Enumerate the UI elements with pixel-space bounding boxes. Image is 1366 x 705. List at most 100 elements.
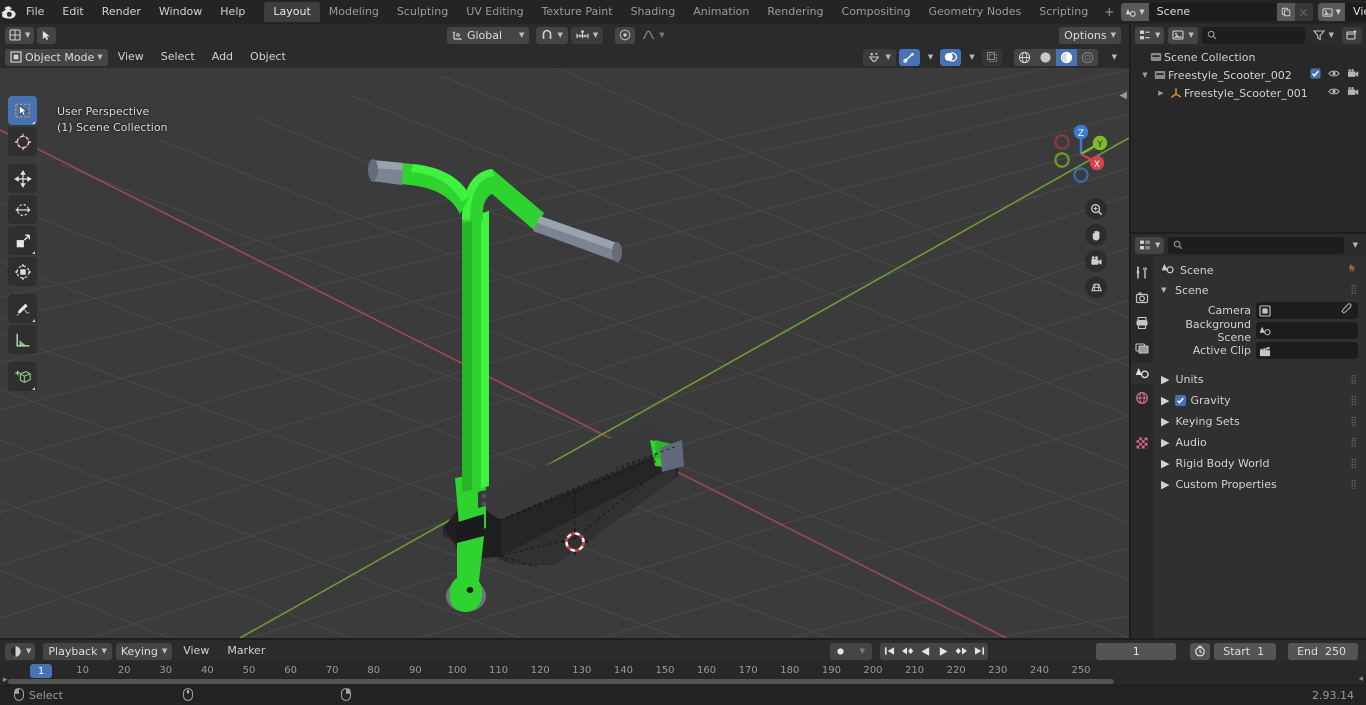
- xray-toggle[interactable]: [981, 48, 1002, 66]
- outliner-row-scene-collection[interactable]: Scene Collection: [1131, 48, 1366, 66]
- play-icon[interactable]: [934, 643, 952, 660]
- viewport-options-dropdown[interactable]: Options ▼: [1059, 26, 1122, 44]
- timeline-playhead[interactable]: 1: [30, 664, 52, 678]
- snap-target-dropdown[interactable]: ▼: [570, 26, 604, 44]
- scene-new-button[interactable]: [1276, 3, 1295, 21]
- timeline-editor[interactable]: ▼ Playback ▼ Keying ▼ View Marker ▼ 1 St…: [0, 640, 1366, 685]
- auto-keying-icon[interactable]: [1190, 642, 1211, 660]
- material-preview-shading-icon[interactable]: [1055, 48, 1077, 66]
- outliner-row-freestyle-scooter-001[interactable]: ▶ Freestyle_Scooter_001: [1131, 84, 1366, 102]
- viewport-menu-select[interactable]: Select: [154, 48, 202, 66]
- hide-in-viewport-eye-icon[interactable]: [1328, 86, 1340, 100]
- overlays-toggle[interactable]: [940, 48, 962, 66]
- editor-type-icon[interactable]: ▼: [1135, 26, 1165, 44]
- properties-tab-output[interactable]: [1131, 312, 1153, 334]
- blender-logo-icon[interactable]: [0, 0, 17, 24]
- editor-type-icon[interactable]: ▼: [5, 26, 35, 44]
- auto-keyframe-dropdown[interactable]: ▼: [851, 643, 872, 660]
- rendered-shading-icon[interactable]: [1077, 49, 1098, 66]
- collection-enabled-checkbox[interactable]: [1310, 68, 1321, 82]
- workspace-tab-geometry-nodes[interactable]: Geometry Nodes: [919, 2, 1030, 22]
- keying-dropdown[interactable]: Keying ▼: [115, 642, 173, 660]
- panel-drag-dots-icon[interactable]: ⣿: [1350, 285, 1358, 295]
- record-icon[interactable]: [830, 643, 851, 660]
- menu-window[interactable]: Window: [150, 2, 211, 22]
- cursor-tool[interactable]: [8, 127, 37, 156]
- gravity-panel-header[interactable]: ▶ Gravity ⣿: [1153, 390, 1366, 411]
- outliner-display-mode-dropdown[interactable]: ▼: [1168, 26, 1198, 44]
- camera-view-icon[interactable]: [1085, 250, 1107, 272]
- active-clip-field[interactable]: [1256, 342, 1358, 359]
- view-layer-name-field[interactable]: View Layer: [1345, 3, 1366, 21]
- background-scene-field[interactable]: [1256, 322, 1358, 339]
- frame-end-field[interactable]: End 250: [1288, 642, 1358, 660]
- snapping-toggle[interactable]: ▼: [536, 26, 568, 44]
- scene-panel-header[interactable]: ▼ Scene ⣿: [1153, 280, 1366, 300]
- scale-tool[interactable]: [8, 226, 37, 255]
- panel-drag-dots-icon[interactable]: ⣿: [1350, 438, 1358, 448]
- keying-sets-panel-header[interactable]: ▶ Keying Sets ⣿: [1153, 411, 1366, 432]
- workspace-tab-shading[interactable]: Shading: [622, 2, 685, 22]
- frame-start-field[interactable]: Start 1: [1214, 642, 1277, 660]
- camera-field[interactable]: [1256, 302, 1358, 319]
- disable-in-renders-camera-icon[interactable]: [1347, 86, 1359, 100]
- filter-icon[interactable]: ▼: [1309, 27, 1338, 44]
- solid-shading-icon[interactable]: [1035, 49, 1056, 66]
- next-keyframe-icon[interactable]: [952, 643, 970, 660]
- properties-tab-render[interactable]: [1131, 287, 1153, 309]
- properties-editor[interactable]: ▼ ▼ Scene ▼ Scene ⣿ Camera Background Sc…: [1131, 234, 1366, 638]
- eyedropper-icon[interactable]: [1340, 303, 1355, 318]
- disable-in-renders-camera-icon[interactable]: [1347, 68, 1359, 82]
- outliner-editor[interactable]: ▼ ▼ ▼ Scene Collection ▼ Freestyle_Scoot…: [1131, 24, 1366, 232]
- overlays-dropdown[interactable]: ▼: [964, 49, 978, 66]
- outliner-row-freestyle-scooter-002[interactable]: ▼ Freestyle_Scooter_002: [1131, 66, 1366, 84]
- outliner-search-input[interactable]: [1201, 26, 1305, 44]
- gravity-checkbox[interactable]: [1175, 395, 1187, 406]
- proportional-editing-toggle[interactable]: [615, 26, 636, 44]
- pan-hand-icon[interactable]: [1085, 224, 1107, 246]
- toggle-orthographic-icon[interactable]: [1085, 276, 1107, 298]
- pin-icon[interactable]: [1346, 263, 1358, 278]
- jump-to-start-icon[interactable]: [880, 643, 898, 660]
- transform-tool[interactable]: [8, 257, 37, 286]
- scene-unlink-button[interactable]: [1294, 3, 1313, 21]
- timeline-editor-icon[interactable]: ▼: [5, 642, 36, 660]
- workspace-tab-sculpting[interactable]: Sculpting: [388, 2, 457, 22]
- scene-icon[interactable]: ▼: [1121, 3, 1149, 21]
- sidebar-collapse-arrow-icon[interactable]: ◀: [1119, 90, 1127, 101]
- panel-drag-dots-icon[interactable]: ⣿: [1350, 417, 1358, 427]
- gizmo-dropdown[interactable]: ▼: [923, 49, 937, 66]
- object-types-visibility-dropdown[interactable]: ▼: [863, 48, 896, 66]
- workspace-tab-scripting[interactable]: Scripting: [1030, 2, 1097, 22]
- workspace-tab-animation[interactable]: Animation: [684, 2, 758, 22]
- cursor-select-mode-icon[interactable]: [37, 26, 57, 44]
- timeline-collapse-arrow-icon[interactable]: ◂: [1358, 674, 1363, 684]
- timeline-menu-view[interactable]: View: [176, 642, 216, 660]
- wireframe-shading-icon[interactable]: [1014, 49, 1035, 66]
- workspace-tab-uv-editing[interactable]: UV Editing: [457, 2, 532, 22]
- properties-options-dropdown[interactable]: ▼: [1348, 237, 1362, 254]
- transform-orientation-dropdown[interactable]: Global ▼: [446, 26, 530, 44]
- properties-tab-scene[interactable]: [1131, 362, 1153, 384]
- timeline-ruler[interactable]: 10 20 30 40 50 60 70 80 90 100 110 120 130 140 150 160 1…: [0, 662, 1366, 685]
- viewport-menu-object[interactable]: Object: [243, 48, 293, 66]
- current-frame-field[interactable]: 1: [1096, 642, 1177, 660]
- annotate-tool[interactable]: [8, 294, 37, 323]
- gizmo-toggle[interactable]: [898, 48, 920, 66]
- timeline-horizontal-scrollbar[interactable]: [8, 679, 1114, 684]
- proportional-falloff-dropdown[interactable]: ▼: [638, 27, 668, 44]
- workspace-tab-texture-paint[interactable]: Texture Paint: [533, 2, 622, 22]
- audio-panel-header[interactable]: ▶ Audio ⣿: [1153, 432, 1366, 453]
- hide-in-viewport-eye-icon[interactable]: [1328, 68, 1340, 82]
- menu-render[interactable]: Render: [93, 2, 150, 22]
- playback-dropdown[interactable]: Playback ▼: [43, 642, 112, 660]
- panel-drag-dots-icon[interactable]: ⣿: [1350, 480, 1358, 490]
- play-reverse-icon[interactable]: [916, 643, 934, 660]
- interaction-mode-dropdown[interactable]: Object Mode ▼: [5, 48, 108, 66]
- menu-help[interactable]: Help: [211, 2, 254, 22]
- scene-name-field[interactable]: Scene: [1148, 3, 1277, 21]
- workspace-tab-modeling[interactable]: Modeling: [320, 2, 388, 22]
- menu-file[interactable]: File: [17, 2, 53, 22]
- add-cube-tool[interactable]: [8, 362, 37, 391]
- viewport-menu-view[interactable]: View: [111, 48, 151, 66]
